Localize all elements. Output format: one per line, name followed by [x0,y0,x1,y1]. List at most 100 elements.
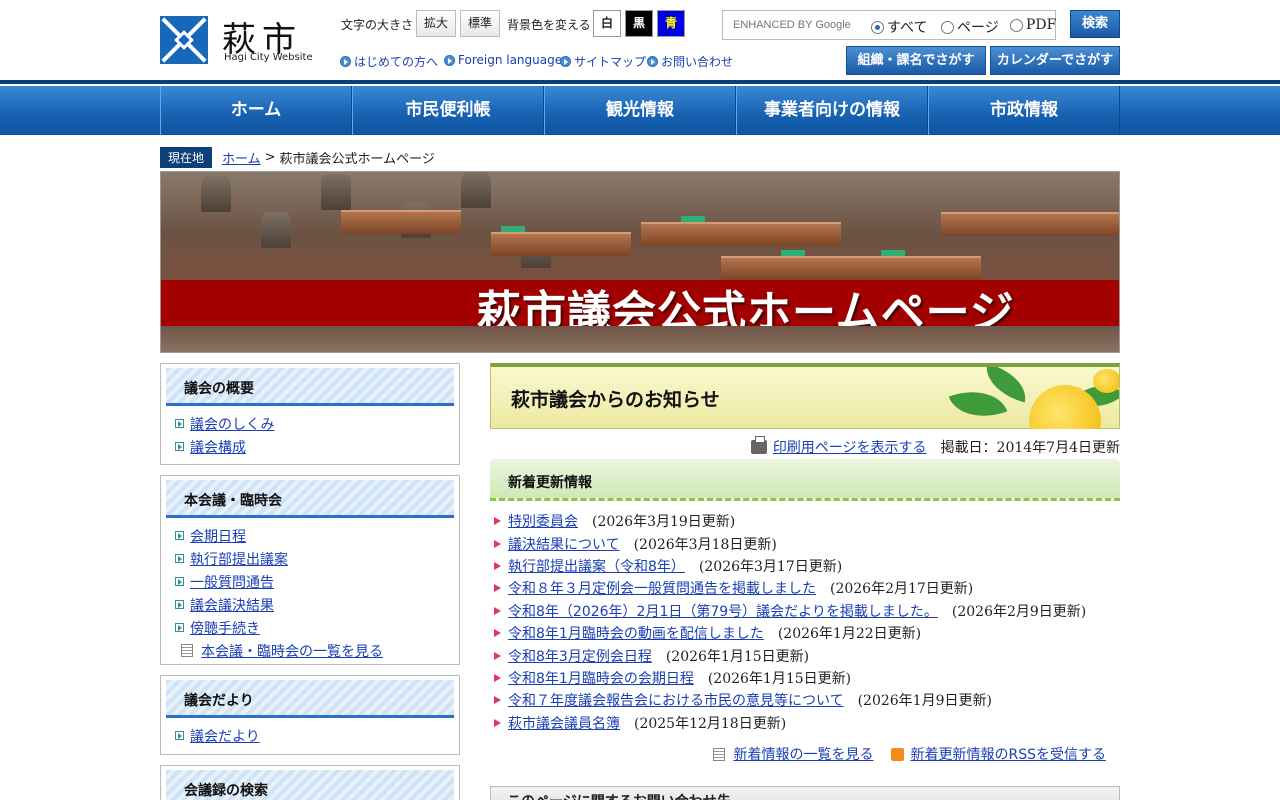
sidebar-item[interactable]: 会期日程 [175,524,459,547]
news-item: 令和8年3月定例会日程 (2026年1月15日更新) [494,644,1120,666]
bg-black-button[interactable]: 黒 [625,10,653,37]
breadcrumb-home-link[interactable]: ホーム [222,148,261,167]
arrow-right-icon [175,600,184,609]
news-date: (2026年2月17日更新) [830,581,974,598]
news-more-link[interactable]: 新着情報の一覧を見る [733,744,873,764]
news-link[interactable]: 執行部提出議案（令和8年） [508,556,685,576]
sidebar-heading: 議会だより [166,680,454,718]
banner-floor [161,326,1119,352]
sidebar-item[interactable]: 執行部提出議案 [175,547,459,570]
sidebar-link[interactable]: 執行部提出議案 [190,549,288,569]
triangle-bullet-icon [494,673,501,682]
breadcrumb-current: 萩市議会公式ホームページ [279,151,435,167]
sidebar-section-minutes: 会議録の検索 [160,765,460,800]
sidebar-item[interactable]: 議会のしくみ [175,412,459,435]
city-logo-icon[interactable] [160,16,208,64]
sidebar-item[interactable]: 議会議決結果 [175,593,459,616]
sidebar-item[interactable]: 議会構成 [175,435,459,458]
chair-shape [321,174,351,210]
news-date: (2026年1月22日更新) [777,626,922,643]
font-enlarge-button[interactable]: 拡大 [416,10,456,37]
arrow-circle-icon [647,56,658,67]
link-label: サイトマップ [574,55,647,69]
news-date: (2026年1月15日更新) [665,648,810,665]
bg-blue-button[interactable]: 青 [657,10,685,37]
citrus-illustration [943,367,1119,429]
sidebar-link[interactable]: 議会のしくみ [190,414,275,434]
sidebar-heading: 会議録の検索 [166,770,454,800]
sidebar-section-overview: 議会の概要 議会のしくみ 議会構成 [160,363,460,465]
radio-all[interactable]: すべて [871,17,927,37]
nav-citizen-guide[interactable]: 市民便利帳 [352,86,544,135]
arrow-circle-icon [340,56,351,67]
print-page-link[interactable]: 印刷用ページを表示する [773,437,927,457]
sidebar-heading: 議会の概要 [166,368,454,406]
radio-pdf-label: PDF [1026,17,1057,33]
news-link[interactable]: 令和8年1月臨時会の会期日程 [508,668,694,688]
sidebar-item[interactable]: 議会だより [175,724,459,747]
news-link[interactable]: 議決結果について [508,534,620,554]
sidebar-link[interactable]: 会期日程 [190,526,246,546]
news-rss-link[interactable]: 新着更新情報のRSSを受信する [910,744,1106,764]
triangle-bullet-icon [494,561,501,570]
printer-icon [750,436,767,454]
link-contact[interactable]: お問い合わせ [647,53,733,70]
search-button[interactable]: 検索 [1070,10,1120,38]
nav-home[interactable]: ホーム [160,86,352,135]
breadcrumb-badge: 現在地 [160,146,213,168]
link-label: お問い合わせ [661,55,734,69]
sidebar-link[interactable]: 傍聴手続き [190,618,260,638]
search-by-org-button[interactable]: 組織・課名でさがす [846,46,986,75]
desk-shape [491,232,631,256]
nav-business[interactable]: 事業者向けの情報 [736,86,928,135]
news-date: (2025年12月18日更新) [634,715,787,732]
link-foreign-language[interactable]: Foreign language [444,53,562,67]
arrow-circle-icon [444,54,455,66]
link-sitemap[interactable]: サイトマップ [560,53,646,70]
news-date: (2026年2月9日更新) [951,603,1087,620]
news-link[interactable]: 令和8年3月定例会日程 [508,646,652,666]
news-date: (2026年1月15日更新) [707,670,852,687]
news-link[interactable]: 令和8年1月臨時会の動画を配信しました [508,623,764,643]
sidebar-more-item[interactable]: 本会議・臨時会の一覧を見る [175,639,459,662]
arrow-right-icon [175,531,184,540]
sidebar-item[interactable]: 一般質問通告 [175,570,459,593]
news-footer: 新着情報の一覧を見る 新着更新情報のRSSを受信する [490,744,1106,764]
chair-shape [261,212,291,248]
search-box: すべて ページ PDF [722,10,1056,40]
link-first-visit[interactable]: はじめての方へ [340,53,438,70]
search-input[interactable] [723,11,863,39]
sidebar-more-link[interactable]: 本会議・臨時会の一覧を見る [201,641,383,661]
desk-shape [641,222,841,246]
font-standard-button[interactable]: 標準 [460,10,500,37]
news-link[interactable]: 令和8年（2026年）2月1日（第79号）議会だよりを掲載しました。 [508,601,938,621]
radio-icon [941,20,954,34]
triangle-bullet-icon [494,718,501,727]
radio-pdf[interactable]: PDF [1010,17,1056,33]
sidebar-link[interactable]: 議会構成 [190,437,246,457]
link-label: Foreign language [458,53,563,67]
arrow-right-icon [175,577,184,586]
news-list: 特別委員会 (2026年3月19日更新) 議決結果について (2026年3月18日更… [494,510,1120,734]
nav-tourism[interactable]: 観光情報 [544,86,736,135]
sidebar-link[interactable]: 議会議決結果 [190,595,274,615]
sidebar-section-newsletter: 議会だより 議会だより [160,675,460,755]
nameplate-shape [501,226,525,232]
news-link[interactable]: 令和７年度議会報告会における市民の意見等について [508,690,844,710]
triangle-bullet-icon [494,696,501,705]
triangle-bullet-icon [494,539,501,548]
news-link[interactable]: 令和８年３月定例会一般質問通告を掲載しました [508,578,816,598]
bg-white-button[interactable]: 白 [593,10,621,37]
arrow-right-icon [175,731,184,740]
news-link[interactable]: 萩市議会議員名簿 [508,713,620,733]
search-by-calendar-button[interactable]: カレンダーでさがす [990,46,1120,75]
news-date: (2026年3月17日更新) [698,558,843,575]
chair-shape [201,176,231,212]
sidebar-link[interactable]: 議会だより [190,726,260,746]
news-link[interactable]: 特別委員会 [508,511,578,531]
radio-page-label: ページ [957,20,999,36]
nav-city-admin[interactable]: 市政情報 [928,86,1120,135]
sidebar-link[interactable]: 一般質問通告 [190,572,274,592]
sidebar-item[interactable]: 傍聴手続き [175,616,459,639]
radio-page[interactable]: ページ [941,17,999,37]
